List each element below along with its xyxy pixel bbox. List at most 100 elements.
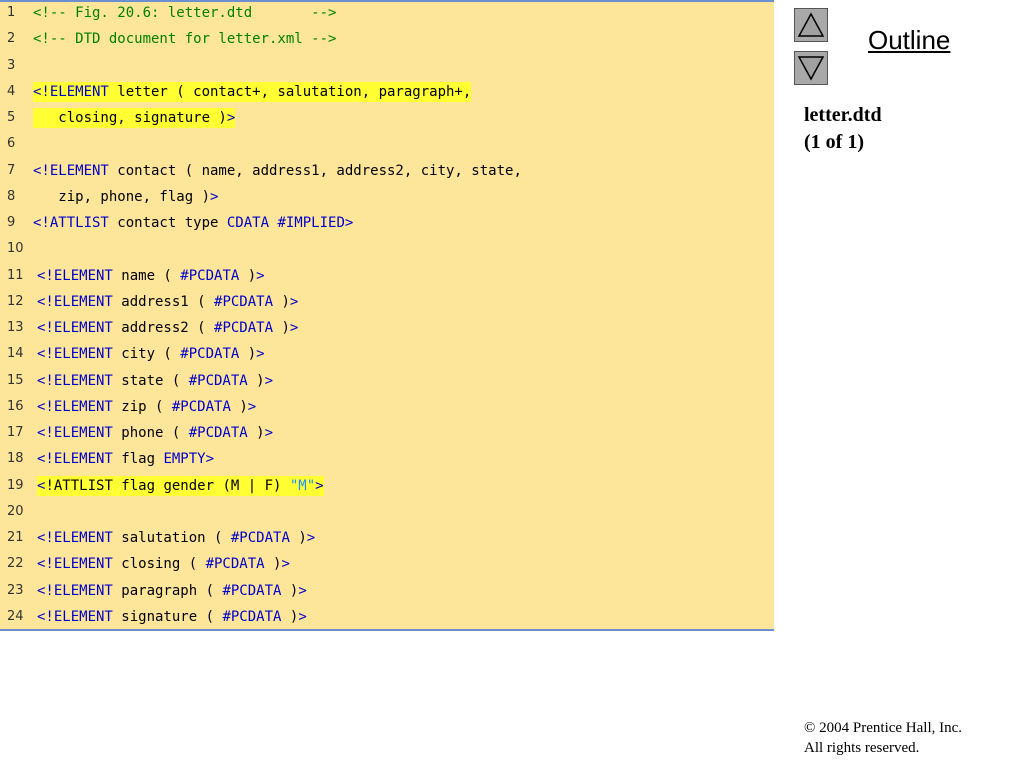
line-number: 2 — [7, 31, 16, 47]
code-line: 5 closing, signature )> — [0, 108, 774, 134]
code-line: 6 — [0, 134, 774, 160]
code-token: ) — [273, 293, 290, 310]
code-token: ) — [281, 608, 299, 625]
code-token: <!-- DTD document for letter.xml --> — [33, 31, 337, 48]
filename-label: letter.dtd — [804, 104, 882, 126]
line-number: 19 — [7, 477, 24, 493]
code-line: 16 <!ELEMENT zip ( #PCDATA )> — [0, 397, 774, 423]
code-line: 20 — [0, 502, 774, 528]
code-token: ) — [281, 582, 299, 599]
code-token: !ATTLIST flag gender (M | F) — [45, 477, 290, 494]
code-listing-panel: 1 <!-- Fig. 20.6: letter.dtd --> 2 <!-- DTD… — [0, 0, 774, 631]
code-token: ) — [247, 425, 265, 441]
code-token: zip ( — [112, 398, 172, 415]
code-token: phone ( — [112, 425, 189, 441]
code-text: <!ATTLIST flag gender (M | F) "M"> — [37, 475, 324, 496]
line-number: 4 — [7, 83, 16, 99]
code-line: 13 <!ELEMENT address2 ( #PCDATA )> — [0, 318, 774, 344]
copyright-line-2: All rights reserved. — [804, 740, 920, 756]
code-line: 21 <!ELEMENT salutation ( #PCDATA )> — [0, 528, 774, 554]
line-number: 24 — [7, 608, 24, 624]
code-text: <!ELEMENT phone ( #PCDATA )> — [37, 423, 273, 443]
code-token: ) — [239, 346, 257, 363]
code-token: zip, phone, flag ) — [33, 188, 211, 205]
code-token: > — [256, 267, 265, 284]
code-line: 9 <!ATTLIST contact type CDATA #IMPLIED> — [0, 213, 774, 239]
code-text: <!ELEMENT address1 ( #PCDATA )> — [37, 292, 298, 312]
line-number: 14 — [7, 346, 24, 362]
code-token: > — [298, 608, 307, 625]
code-token: > — [315, 477, 324, 494]
code-token: <!ELEMENT — [37, 267, 113, 284]
code-line: 11 <!ELEMENT name ( #PCDATA )> — [0, 266, 774, 292]
code-text: <!-- DTD document for letter.xml --> — [33, 29, 336, 49]
code-text: <!ELEMENT salutation ( #PCDATA )> — [37, 528, 315, 548]
code-line: 8 zip, phone, flag )> — [0, 187, 774, 213]
code-token: letter ( contact+, salutation, paragraph… — [108, 83, 472, 100]
code-token: #PCDATA — [214, 320, 274, 336]
triangle-down-icon — [797, 56, 825, 81]
code-line: 1 <!-- Fig. 20.6: letter.dtd --> — [0, 3, 774, 29]
code-token: city ( — [112, 346, 181, 363]
line-number: 11 — [7, 267, 24, 283]
code-token: contact type — [108, 215, 227, 231]
line-number: 8 — [7, 188, 16, 204]
code-token: > — [289, 293, 299, 310]
code-text: <!ELEMENT paragraph ( #PCDATA )> — [37, 581, 307, 601]
copyright-notice: © 2004 Prentice Hall, Inc. All rights re… — [804, 718, 962, 758]
triangle-up-icon — [797, 12, 825, 37]
code-token: <!ELEMENT — [37, 320, 113, 336]
code-token: EMPTY> — [163, 451, 215, 468]
line-number: 6 — [7, 136, 16, 152]
code-token: <!ELEMENT — [37, 582, 113, 599]
code-token: <!ELEMENT — [37, 608, 113, 625]
code-token: > — [298, 582, 307, 599]
code-token: > — [264, 425, 274, 441]
code-token: #PCDATA — [214, 293, 274, 310]
code-token: > — [210, 188, 219, 205]
code-line: 17 <!ELEMENT phone ( #PCDATA )> — [0, 423, 774, 449]
code-token: flag — [112, 451, 164, 468]
line-number: 5 — [7, 110, 16, 125]
code-line: 7 <!ELEMENT contact ( name, address1, add… — [0, 161, 774, 187]
code-token: "M" — [289, 477, 316, 494]
code-line: 22 <!ELEMENT closing ( #PCDATA )> — [0, 554, 774, 580]
next-slide-button[interactable] — [794, 51, 828, 85]
code-token: <!ELEMENT — [37, 398, 113, 415]
code-text: <!ELEMENT contact ( name, address1, addr… — [33, 161, 522, 181]
code-token: ) — [239, 267, 257, 284]
code-text: <!ELEMENT zip ( #PCDATA )> — [37, 397, 256, 417]
line-number: 23 — [7, 582, 24, 598]
code-token: closing, signature ) — [33, 110, 227, 126]
line-number: 22 — [7, 556, 24, 572]
code-token: <!ATTLIST — [33, 215, 109, 231]
code-token: <!ELEMENT — [37, 451, 113, 468]
code-text: <!ELEMENT address2 ( #PCDATA )> — [37, 318, 298, 338]
line-number: 9 — [7, 215, 16, 230]
code-line: 18 <!ELEMENT flag EMPTY> — [0, 449, 774, 475]
code-token: #PCDATA — [180, 346, 240, 363]
line-number: 1 — [7, 5, 16, 20]
file-title: letter.dtd (1 of 1) — [804, 102, 882, 156]
line-number: 17 — [7, 425, 24, 440]
code-text: <!ELEMENT name ( #PCDATA )> — [37, 266, 265, 286]
code-token: <!ELEMENT — [33, 162, 109, 179]
code-text: closing, signature )> — [33, 108, 236, 128]
code-line: 14 <!ELEMENT city ( #PCDATA )> — [0, 344, 774, 370]
code-token: closing ( — [112, 556, 206, 573]
previous-slide-button[interactable] — [794, 8, 828, 42]
outline-link[interactable]: Outline — [868, 25, 950, 56]
line-number: 10 — [7, 241, 24, 257]
code-token: > — [264, 372, 274, 389]
code-token: <!ELEMENT — [37, 293, 113, 310]
code-text: <!ELEMENT flag EMPTY> — [37, 449, 214, 469]
code-text: <!ATTLIST contact type CDATA #IMPLIED> — [33, 213, 353, 233]
code-token: name ( — [112, 267, 181, 284]
code-line: 15 <!ELEMENT state ( #PCDATA )> — [0, 371, 774, 397]
line-number: 20 — [7, 503, 24, 519]
code-line: 10 — [0, 239, 774, 265]
code-token: address1 ( — [112, 293, 215, 310]
copyright-symbol: © — [804, 720, 816, 736]
code-token: paragraph ( — [112, 582, 223, 599]
line-number: 15 — [7, 372, 24, 388]
